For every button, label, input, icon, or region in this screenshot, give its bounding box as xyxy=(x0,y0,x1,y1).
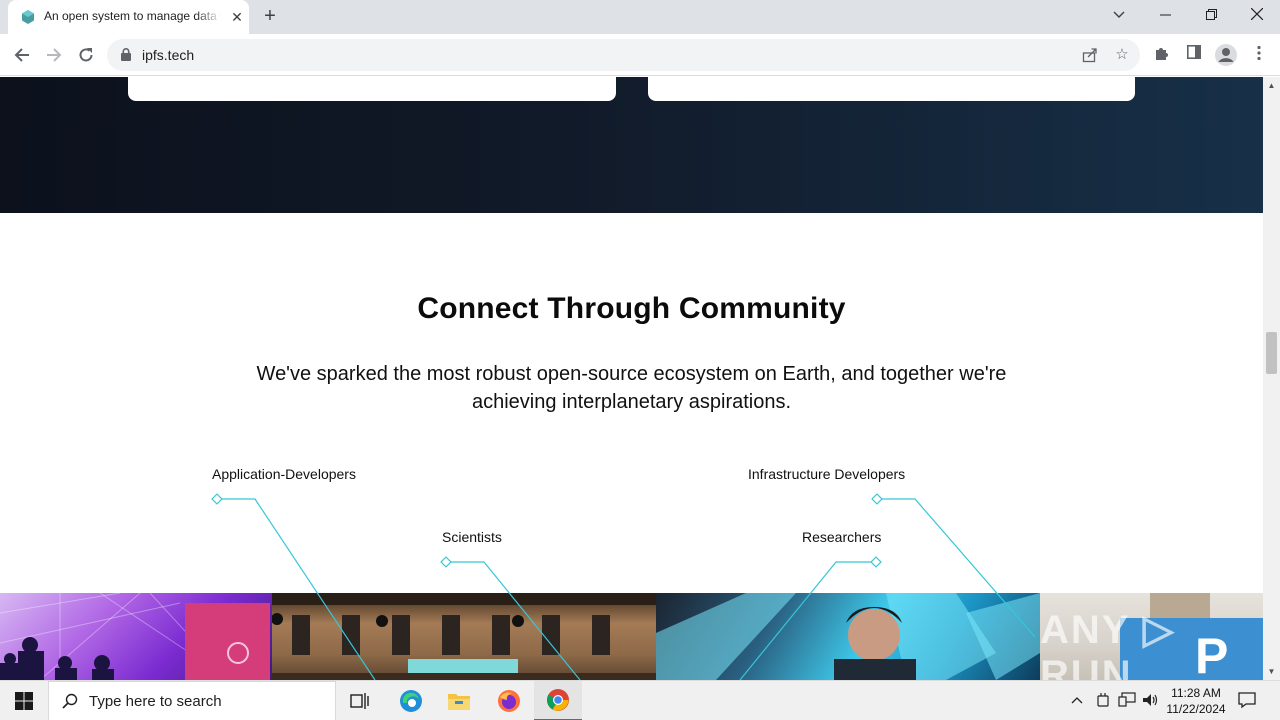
tab-search-chevron-icon[interactable] xyxy=(1096,0,1142,30)
role-label-researchers: Researchers xyxy=(802,529,882,545)
task-view-icon[interactable] xyxy=(336,681,384,720)
close-window-icon[interactable] xyxy=(1234,0,1280,30)
notifications-icon[interactable] xyxy=(1238,691,1256,712)
scroll-down-arrow-icon[interactable]: ▼ xyxy=(1267,667,1276,676)
bookmark-star-icon[interactable]: ☆ xyxy=(1112,45,1132,65)
scroll-up-arrow-icon[interactable]: ▲ xyxy=(1267,81,1276,90)
ipfs-cube-icon xyxy=(22,10,34,24)
reload-icon[interactable] xyxy=(74,43,98,67)
search-icon xyxy=(62,693,78,709)
forward-arrow-icon[interactable] xyxy=(42,43,66,67)
clock-date: 11/22/2024 xyxy=(1166,702,1226,716)
new-tab-button[interactable]: + xyxy=(259,6,281,28)
page-scrollbar[interactable]: ▲ ▼ xyxy=(1263,77,1280,680)
profile-avatar-icon[interactable] xyxy=(1214,43,1238,67)
url-text[interactable]: ipfs.tech xyxy=(142,47,194,63)
back-arrow-icon[interactable] xyxy=(10,43,34,67)
role-label-infrastructure-developers: Infrastructure Developers xyxy=(748,466,906,482)
page-viewport: Connect Through Community We've sparked … xyxy=(0,77,1263,680)
tray-chevron-up-icon[interactable] xyxy=(1071,692,1083,707)
chrome-icon[interactable] xyxy=(534,681,582,720)
taskbar-search-placeholder: Type here to search xyxy=(89,693,222,710)
browser-toolbar: ipfs.tech ☆ xyxy=(0,34,1280,76)
volume-icon[interactable] xyxy=(1142,692,1160,711)
share-icon[interactable] xyxy=(1080,45,1100,65)
windows-taskbar: Type here to search 11:28 AM 11/22/2024 xyxy=(0,680,1280,720)
address-bar[interactable]: ipfs.tech ☆ xyxy=(107,39,1140,71)
side-panel-icon[interactable] xyxy=(1184,45,1204,65)
lock-icon xyxy=(121,48,131,61)
extensions-puzzle-icon[interactable] xyxy=(1152,45,1172,65)
restore-icon[interactable] xyxy=(1188,0,1234,30)
community-connector-lines xyxy=(211,493,1036,680)
clock-time: 11:28 AM xyxy=(1171,686,1221,700)
browser-tab[interactable]: An open system to manage data without a … xyxy=(8,0,249,34)
taskbar-clock[interactable]: 11:28 AM 11/22/2024 xyxy=(1160,685,1232,717)
taskbar-search-box[interactable]: Type here to search xyxy=(48,681,336,720)
edge-browser-icon[interactable] xyxy=(387,681,435,720)
network-icon[interactable] xyxy=(1118,692,1136,711)
tab-title: An open system to manage data without a … xyxy=(44,9,222,23)
close-tab-icon[interactable]: ✕ xyxy=(228,8,246,26)
minimize-icon[interactable] xyxy=(1142,0,1188,30)
kebab-menu-icon[interactable] xyxy=(1249,45,1269,65)
role-label-scientists: Scientists xyxy=(442,529,502,545)
firefox-icon[interactable] xyxy=(485,681,533,720)
tab-strip: An open system to manage data without a … xyxy=(0,0,1280,34)
windows-start-button[interactable] xyxy=(0,681,48,720)
file-explorer-icon[interactable] xyxy=(435,681,483,720)
scrollbar-thumb[interactable] xyxy=(1266,332,1277,374)
battery-plug-icon[interactable] xyxy=(1096,692,1110,711)
role-label-application-developers: Application-Developers xyxy=(212,466,356,482)
